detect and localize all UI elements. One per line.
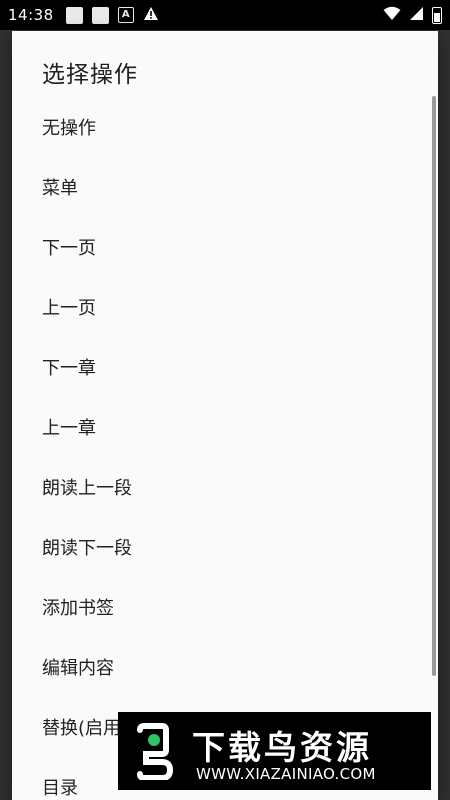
menu-item-read-previous-paragraph[interactable]: 朗读上一段 — [12, 457, 438, 517]
notification-icon — [65, 6, 83, 24]
menu-item-read-next-paragraph[interactable]: 朗读下一段 — [12, 517, 438, 577]
dialog-title: 选择操作 — [42, 62, 138, 88]
status-time: 14:38 — [8, 6, 54, 24]
signal-icon — [409, 6, 424, 25]
watermark-title: 下载鸟资源 — [192, 728, 372, 767]
scrollbar[interactable] — [432, 96, 436, 676]
menu-item-next-chapter[interactable]: 下一章 — [12, 337, 438, 397]
menu-item-previous-page[interactable]: 上一页 — [12, 277, 438, 337]
status-bar: 14:38 A — [0, 0, 450, 30]
menu-item-no-action[interactable]: 无操作 — [12, 97, 438, 157]
action-list: 无操作 菜单 下一页 上一页 下一章 上一章 朗读上一段 朗读下一段 添加书签 … — [12, 97, 438, 800]
menu-item-next-page[interactable]: 下一页 — [12, 217, 438, 277]
wifi-icon — [383, 6, 401, 25]
watermark-overlay: 下载鸟资源 WWW.XIAZAINIAO.COM — [118, 712, 431, 790]
menu-item-previous-chapter[interactable]: 上一章 — [12, 397, 438, 457]
action-dialog: 选择操作 无操作 菜单 下一页 上一页 下一章 上一章 朗读上一段 朗读下一段 … — [12, 31, 438, 800]
menu-item-menu[interactable]: 菜单 — [12, 157, 438, 217]
battery-icon — [432, 6, 442, 24]
watermark-url: WWW.XIAZAINIAO.COM — [196, 765, 376, 783]
menu-item-edit-content[interactable]: 编辑内容 — [12, 637, 438, 697]
warning-icon — [143, 6, 159, 25]
bird-logo-icon — [132, 722, 178, 781]
a-app-icon: A — [117, 7, 134, 23]
menu-item-add-bookmark[interactable]: 添加书签 — [12, 577, 438, 637]
notification-icon — [91, 6, 109, 24]
